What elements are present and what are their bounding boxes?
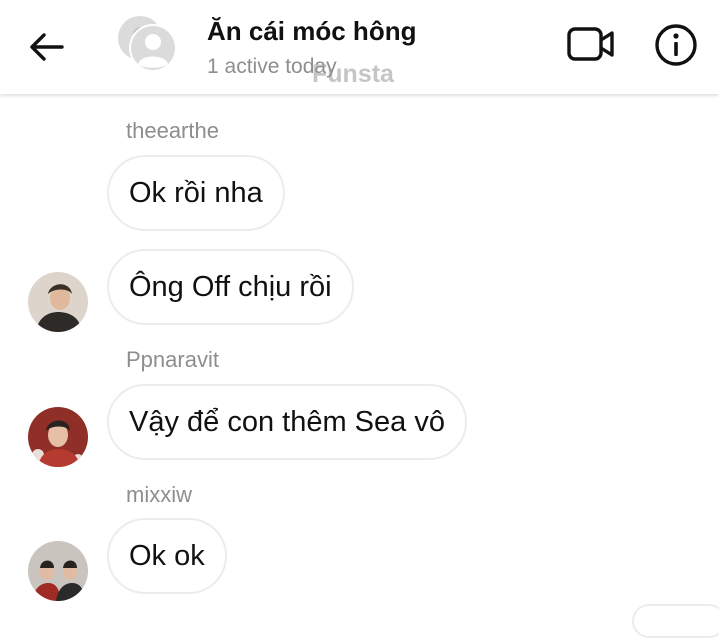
group-avatar-icon — [118, 16, 177, 72]
message-bubble[interactable]: Vậy để con thêm Sea vô — [107, 384, 467, 460]
group-avatar[interactable] — [116, 14, 178, 74]
avatar[interactable] — [28, 407, 88, 467]
video-camera-icon — [567, 27, 614, 61]
watermark: Funsta — [312, 60, 394, 88]
message-bubble[interactable]: Ok ok — [107, 518, 227, 594]
info-icon — [655, 24, 697, 66]
chat-header: Ăn cái móc hông 1 active today Funsta — [0, 0, 719, 94]
message-sender: mixxiw — [126, 482, 192, 507]
video-call-button[interactable] — [566, 24, 616, 66]
partial-message-bubble — [632, 604, 719, 638]
message-sender: theearthe — [126, 118, 219, 143]
message-sender: Ppnaravit — [126, 347, 219, 372]
arrow-left-icon — [30, 33, 64, 61]
message-bubble[interactable]: Ông Off chịu rồi — [107, 249, 354, 325]
avatar-photo — [28, 541, 88, 601]
avatar-photo — [28, 407, 88, 467]
back-button[interactable] — [24, 27, 68, 67]
info-button[interactable] — [652, 21, 700, 69]
avatar[interactable] — [28, 541, 88, 601]
avatar[interactable] — [28, 272, 88, 332]
chat-title[interactable]: Ăn cái móc hông — [207, 16, 416, 47]
avatar-photo — [28, 272, 88, 332]
message-bubble[interactable]: Ok rồi nha — [107, 155, 285, 231]
